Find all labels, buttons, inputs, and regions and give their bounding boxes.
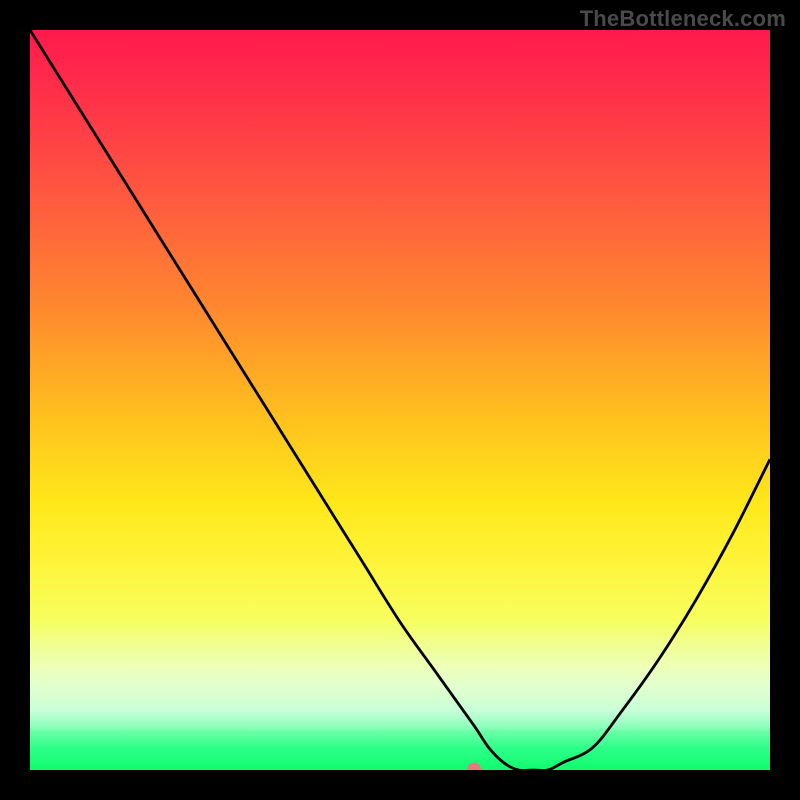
bottleneck-curve bbox=[30, 30, 770, 770]
curve-layer bbox=[30, 30, 770, 770]
plot-area bbox=[30, 30, 770, 770]
watermark-text: TheBottleneck.com bbox=[580, 6, 786, 32]
chart-container: TheBottleneck.com bbox=[0, 0, 800, 800]
optimal-range-left-dot bbox=[467, 763, 481, 770]
